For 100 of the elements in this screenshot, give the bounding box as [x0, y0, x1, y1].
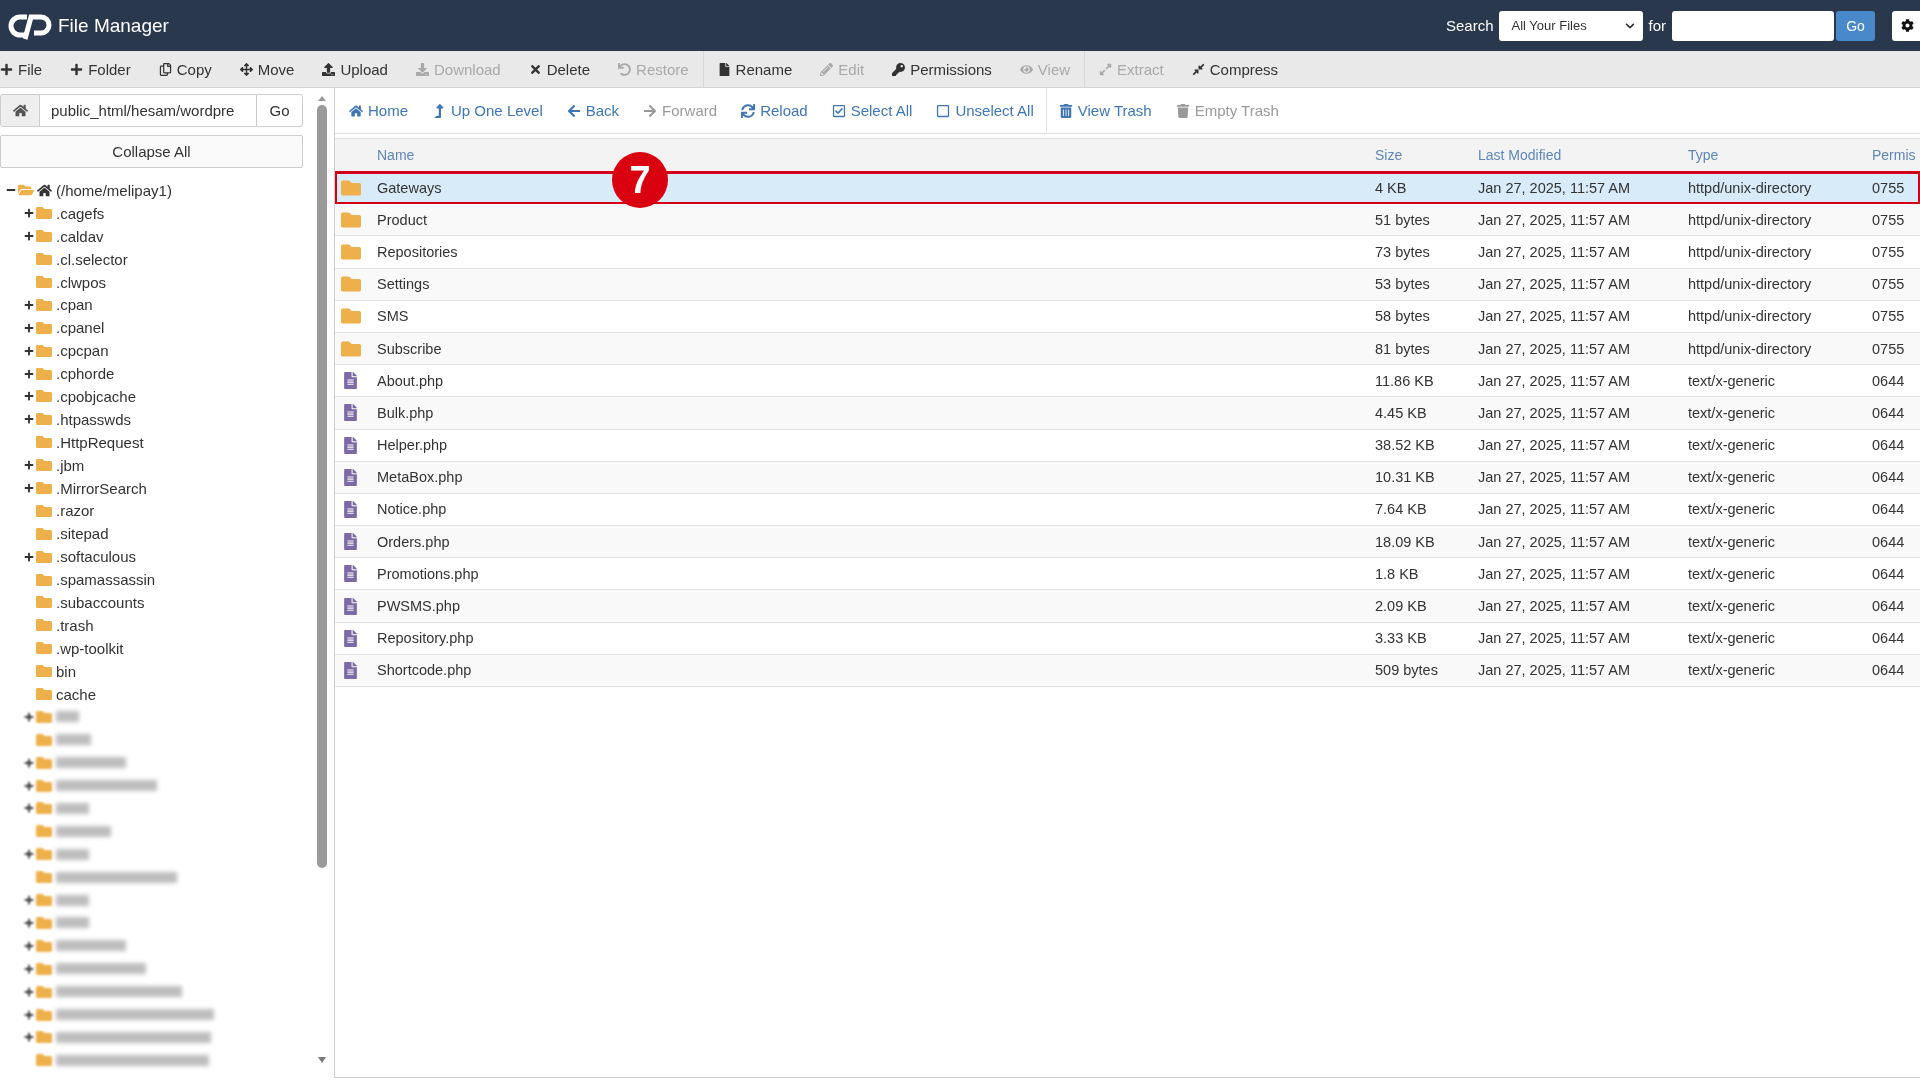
plus-icon[interactable] — [24, 1009, 34, 1020]
table-cell: 0644 — [1872, 630, 1905, 647]
nav-link[interactable]: Up One Level — [420, 88, 555, 133]
tree-item-label[interactable]: .sitepad — [56, 525, 109, 543]
nav-link[interactable]: View Trash — [1046, 88, 1164, 133]
toolbar-button[interactable]: Permissions — [878, 51, 1006, 87]
toolbar-button[interactable]: Upload — [308, 51, 402, 87]
plus-icon[interactable] — [24, 231, 34, 242]
tree-item-label[interactable]: .spamassassin — [56, 571, 156, 589]
plus-icon[interactable] — [24, 322, 34, 333]
tree-item-label[interactable]: .cphorde — [56, 365, 115, 383]
folder-icon — [36, 251, 52, 268]
plus-icon[interactable] — [24, 895, 34, 906]
plus-icon[interactable] — [24, 483, 34, 493]
search-label: Search — [1445, 17, 1494, 34]
document-icon — [342, 468, 359, 486]
plus-icon[interactable] — [24, 345, 34, 356]
table-cell: text/x-generic — [1688, 598, 1776, 615]
nav-link[interactable]: Unselect All — [924, 88, 1046, 133]
plus-icon[interactable] — [24, 803, 34, 814]
plus-icon[interactable] — [24, 757, 34, 768]
table-cell: Jan 27, 2025, 11:57 AM — [1478, 211, 1631, 228]
plus-icon[interactable] — [24, 460, 34, 471]
nav-link[interactable]: Select All — [819, 88, 925, 133]
table-cell: Jan 27, 2025, 11:57 AM — [1478, 372, 1631, 389]
toolbar-button[interactable]: File — [0, 51, 57, 87]
table-cell: 81 bytes — [1375, 340, 1430, 357]
file-row[interactable]: Settings 53 bytes Jan 27, 2025, 11:57 AM httpd/unix-directory 0755 — [335, 268, 1920, 301]
file-row[interactable]: Orders.php 18.09 KB Jan 27, 2025, 11:57 AM text/x-generic 0644 — [335, 526, 1920, 559]
file-row[interactable]: Bulk.php 4.45 KB Jan 27, 2025, 11:57 AM text/x-generic 0644 — [335, 397, 1920, 430]
go-button[interactable]: Go — [1836, 10, 1875, 41]
tree-item-label[interactable]: .cpobjcache — [56, 387, 137, 405]
tree-item-label[interactable]: .softaculous — [56, 548, 137, 566]
plus-icon[interactable] — [24, 963, 34, 974]
table-cell: 0755 — [1872, 211, 1905, 228]
table-cell: Subscribe — [377, 340, 442, 357]
tree-item-label[interactable]: .htpasswds — [56, 410, 132, 428]
plus-icon[interactable] — [24, 986, 34, 997]
plus-icon[interactable] — [24, 780, 34, 791]
folder-icon — [36, 365, 52, 382]
folder-icon — [341, 274, 361, 295]
plus-icon[interactable] — [24, 299, 34, 310]
tree-item-label[interactable]: .cpan — [56, 296, 93, 314]
table-cell: 2.09 KB — [1375, 598, 1427, 615]
right-arrow-icon — [643, 103, 658, 118]
nav-link[interactable]: Home — [337, 88, 420, 133]
nav-link[interactable]: Back — [554, 88, 632, 133]
plus-icon[interactable] — [24, 208, 34, 219]
search-field[interactable] — [1672, 10, 1834, 41]
toolbar-button[interactable]: Copy — [144, 51, 226, 87]
tree-item-label[interactable]: .cagefs — [56, 204, 105, 222]
tree-item-label[interactable]: .razor — [56, 502, 95, 520]
plus-icon[interactable] — [24, 917, 34, 928]
table-cell: httpd/unix-directory — [1688, 340, 1812, 357]
tree-item-label[interactable]: .trash — [56, 616, 94, 634]
tree-item-label[interactable]: (/home/melipay1) — [56, 181, 172, 199]
plus-icon[interactable] — [24, 711, 34, 722]
file-row[interactable]: Subscribe 81 bytes Jan 27, 2025, 11:57 AM httpd/unix-directory 0755 — [335, 332, 1920, 366]
folder-icon — [36, 1052, 52, 1069]
tree-item-label[interactable]: .cpcpan — [56, 342, 109, 360]
settings-icon — [1901, 19, 1914, 32]
tree-item-label[interactable]: .cl.selector — [56, 250, 128, 268]
tree-item-label[interactable]: bin — [56, 662, 77, 680]
plus-icon[interactable] — [24, 368, 34, 379]
toolbar-button[interactable]: Delete — [514, 51, 605, 87]
file-row[interactable]: MetaBox.php 10.31 KB Jan 27, 2025, 11:57 AM text/x-generic 0644 — [335, 461, 1920, 494]
tree-item-label[interactable]: .subaccounts — [56, 593, 145, 611]
tree-item-label[interactable]: .wp-toolkit — [56, 639, 124, 657]
tree-item-label[interactable]: .caldav — [56, 227, 104, 245]
tree-item-label[interactable]: .HttpRequest — [56, 433, 144, 451]
collapse-all-button[interactable]: Collapse All — [0, 135, 303, 168]
table-cell: httpd/unix-directory — [1688, 179, 1812, 196]
file-row[interactable]: Product 51 bytes Jan 27, 2025, 11:57 AM httpd/unix-directory 0755 — [335, 204, 1920, 237]
plus-icon[interactable] — [24, 391, 34, 402]
tree-item-label[interactable]: .jbm — [56, 456, 85, 474]
plus-icon[interactable] — [24, 551, 34, 562]
go-button[interactable]: Go — [256, 94, 303, 127]
plus-icon[interactable] — [24, 940, 34, 951]
table-cell: Shortcode.php — [377, 662, 472, 679]
toolbar-button[interactable]: Folder — [56, 51, 145, 87]
home-button[interactable] — [0, 94, 40, 127]
chevron-down-icon — [1625, 20, 1636, 31]
plus-icon[interactable] — [24, 849, 34, 860]
tree-item-label[interactable]: .clwpos — [56, 273, 107, 291]
scope-select[interactable]: All Your Files — [1499, 10, 1644, 41]
toolbar-button[interactable]: Compress — [1177, 51, 1293, 87]
folder-icon — [36, 342, 52, 359]
settings-button[interactable] — [1892, 10, 1920, 41]
file-row[interactable]: PWSMS.php 2.09 KB Jan 27, 2025, 11:57 AM text/x-generic 0644 — [335, 590, 1920, 623]
table-cell: 0644 — [1872, 469, 1905, 486]
plus-icon[interactable] — [24, 1032, 34, 1043]
path-field[interactable]: public_html/hesam/wordpre — [40, 94, 256, 127]
tree-item-label[interactable]: .cpanel — [56, 319, 105, 337]
tree-item-label[interactable]: cache — [56, 685, 97, 703]
toolbar-button[interactable]: Rename — [703, 51, 807, 87]
nav-link[interactable]: Reload — [729, 88, 820, 133]
toolbar-button[interactable]: Move — [225, 51, 309, 87]
file-row[interactable]: Shortcode.php 509 bytes Jan 27, 2025, 11:57 AM text/x-generic 0644 — [335, 654, 1920, 687]
plus-icon[interactable] — [24, 414, 34, 425]
tree-item-label[interactable]: .MirrorSearch — [56, 479, 147, 497]
